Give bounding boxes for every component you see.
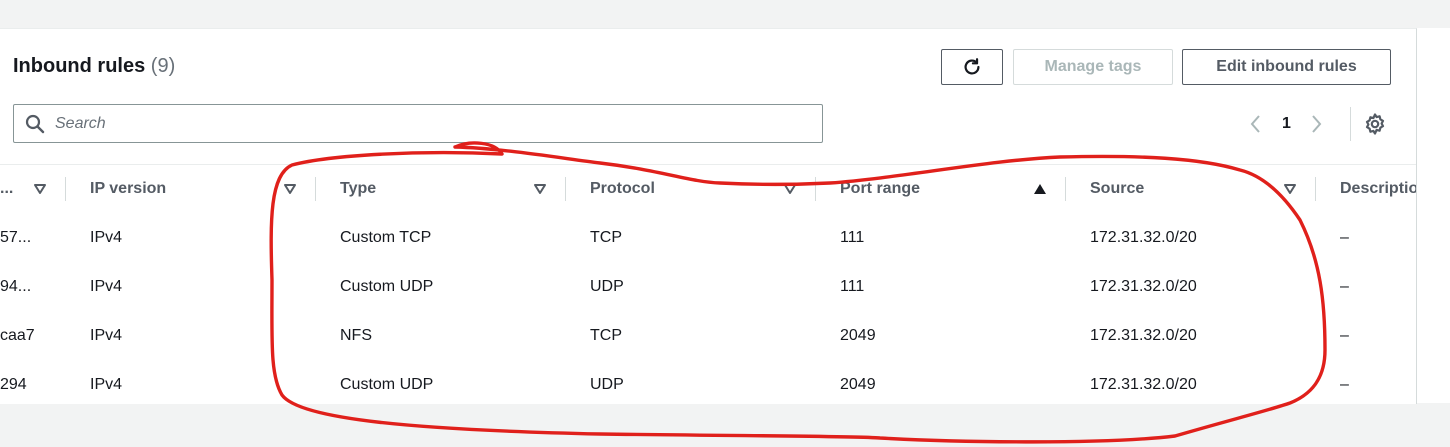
caret-down-icon[interactable] — [783, 183, 797, 195]
cell-protocol: TCP — [590, 228, 622, 246]
manage-tags-button[interactable]: Manage tags — [1013, 49, 1173, 85]
column-separator[interactable] — [65, 177, 66, 201]
caret-down-icon[interactable] — [1283, 183, 1297, 195]
cell-ip-version: IPv4 — [90, 277, 123, 295]
caret-down-icon[interactable] — [33, 183, 47, 195]
cell-port-range: 2049 — [840, 326, 876, 344]
table-row[interactable]: 94... IPv4 Custom UDP UDP 111 172.31.32.… — [0, 262, 1416, 312]
column-separator[interactable] — [815, 177, 816, 201]
cell-protocol: UDP — [590, 277, 624, 295]
cell-source: 172.31.32.0/20 — [1090, 326, 1197, 344]
sort-ascending-icon[interactable] — [1033, 183, 1047, 195]
column-header-protocol[interactable]: Protocol — [590, 165, 655, 213]
gear-icon[interactable] — [1363, 112, 1387, 136]
column-separator[interactable] — [565, 177, 566, 201]
search-input[interactable] — [53, 113, 797, 134]
column-separator[interactable] — [315, 177, 316, 201]
cell-description: – — [1340, 228, 1349, 246]
refresh-icon — [964, 58, 980, 75]
table-header: ... IP version Type Protocol Port range … — [0, 164, 1416, 214]
table-row[interactable]: 57... IPv4 Custom TCP TCP 111 172.31.32.… — [0, 213, 1416, 263]
section-title: Inbound rules (9) — [13, 55, 175, 78]
cell-type: Custom UDP — [340, 375, 434, 393]
page-gutter — [1417, 28, 1450, 403]
chevron-right-icon[interactable] — [1308, 113, 1324, 135]
column-header-type[interactable]: Type — [340, 165, 376, 213]
cell-ip-version: IPv4 — [90, 326, 123, 344]
cell-port-range: 2049 — [840, 375, 876, 393]
caret-down-icon[interactable] — [533, 183, 547, 195]
cell-port-range: 111 — [840, 228, 865, 246]
cell-type: Custom TCP — [340, 228, 432, 246]
column-header-id[interactable]: ... — [0, 165, 13, 213]
cell-protocol: TCP — [590, 326, 622, 344]
cell-rule-id: caa7 — [0, 326, 35, 344]
cell-ip-version: IPv4 — [90, 375, 123, 393]
column-header-description[interactable]: Descriptio — [1340, 165, 1416, 213]
table-row[interactable]: caa7 IPv4 NFS TCP 2049 172.31.32.0/20 – — [0, 311, 1416, 361]
pager-divider — [1350, 107, 1351, 141]
column-separator[interactable] — [1065, 177, 1066, 201]
page-number[interactable]: 1 — [1282, 115, 1291, 133]
cell-port-range: 111 — [840, 277, 865, 295]
cell-source: 172.31.32.0/20 — [1090, 375, 1197, 393]
cell-rule-id: 94... — [0, 277, 32, 295]
refresh-button[interactable] — [941, 49, 1003, 85]
rules-count: (9) — [150, 55, 176, 77]
cell-rule-id: 294 — [0, 375, 27, 393]
cell-description: – — [1340, 277, 1349, 295]
column-header-ip-version[interactable]: IP version — [90, 165, 166, 213]
cell-description: – — [1340, 326, 1349, 344]
column-header-source[interactable]: Source — [1090, 165, 1144, 213]
column-separator[interactable] — [1315, 177, 1316, 201]
cell-rule-id: 57... — [0, 228, 32, 246]
pagination: 1 — [1248, 110, 1324, 138]
caret-down-icon[interactable] — [283, 183, 297, 195]
cell-type: Custom UDP — [340, 277, 434, 295]
title-label: Inbound rules — [13, 55, 146, 77]
cell-protocol: UDP — [590, 375, 624, 393]
table-row[interactable]: 294 IPv4 Custom UDP UDP 2049 172.31.32.0… — [0, 360, 1416, 403]
search-icon — [25, 114, 45, 133]
cell-description: – — [1340, 375, 1349, 393]
search-box[interactable] — [13, 104, 823, 143]
edit-inbound-rules-button[interactable]: Edit inbound rules — [1182, 49, 1391, 85]
cell-ip-version: IPv4 — [90, 228, 123, 246]
cell-source: 172.31.32.0/20 — [1090, 277, 1197, 295]
column-header-port-range[interactable]: Port range — [840, 165, 920, 213]
cell-type: NFS — [340, 326, 372, 344]
chevron-left-icon[interactable] — [1248, 113, 1264, 135]
cell-source: 172.31.32.0/20 — [1090, 228, 1197, 246]
